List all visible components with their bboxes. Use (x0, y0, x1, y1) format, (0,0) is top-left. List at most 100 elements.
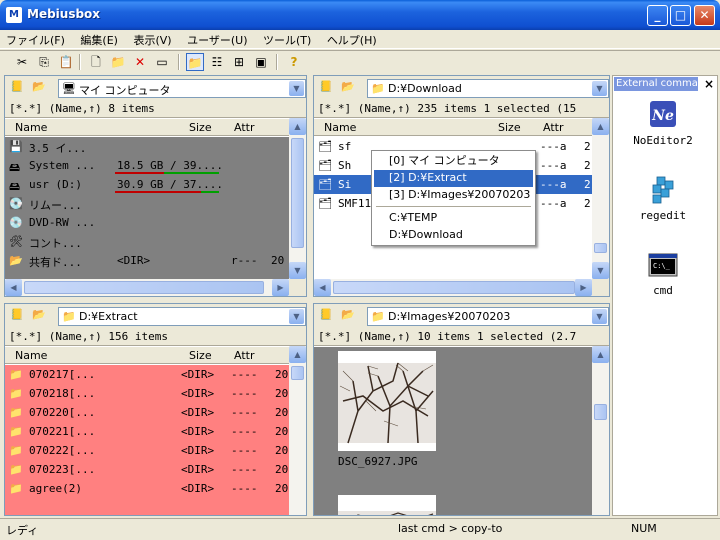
pane-top-left[interactable]: 📒 📂 🖥 マイ コンピュータ ▼ [*.*] (Name,↑) 8 items… (4, 75, 307, 297)
scroll-up-icon[interactable]: ▲ (592, 118, 609, 135)
col-name[interactable]: Name (324, 121, 356, 134)
scroll-left-icon[interactable]: ◀ (314, 279, 331, 296)
pane-bottom-right[interactable]: 📒 📂 📁 D:¥Images¥20070203 ▼ [*.*] (Name,↑… (313, 303, 610, 516)
col-attr[interactable]: Attr (234, 121, 254, 134)
menu-view[interactable]: 表示(V) (127, 30, 177, 48)
scroll-thumb[interactable] (291, 366, 304, 380)
menu-item-download[interactable]: D:¥Download (374, 227, 533, 244)
menu-file[interactable]: ファイル(F) (0, 30, 71, 48)
table-row[interactable]: 📁 070223[... <DIR> ---- 20 (5, 460, 289, 479)
pane-sync-icon[interactable]: 📒 (9, 308, 25, 322)
menu-item-history-0[interactable]: [0] マイ コンピュータ (374, 153, 533, 170)
scroll-thumb[interactable] (594, 243, 607, 253)
table-row[interactable]: 🖴 usr (D:) 30.9 GB / 37.... (5, 175, 289, 194)
table-row[interactable]: 📁 agree(2) <DIR> ---- 20 (5, 479, 289, 498)
up-folder-icon[interactable]: 📂 (31, 308, 47, 322)
scroll-up-icon[interactable]: ▲ (289, 346, 306, 363)
details-icon[interactable]: ☷ (208, 53, 226, 71)
chevron-down-icon[interactable]: ▼ (592, 81, 607, 96)
table-row[interactable]: 📁 070220[... <DIR> ---- 20 (5, 403, 289, 422)
scroll-right-icon[interactable]: ▶ (575, 279, 592, 296)
path-combo[interactable]: 📁 D:¥Extract ▼ (58, 307, 306, 326)
table-row[interactable]: 📁 070218[... <DIR> ---- 20 (5, 384, 289, 403)
view-icon[interactable]: 📁 (186, 53, 204, 71)
thumbnail-icon[interactable]: ⊞ (230, 53, 248, 71)
scrollbar-vertical[interactable]: ▲ (592, 346, 609, 515)
scroll-right-icon[interactable]: ▶ (272, 279, 289, 296)
col-name[interactable]: Name (15, 121, 47, 134)
paste-icon[interactable]: 📋 (57, 53, 75, 71)
scrollbar-vertical[interactable]: ▲ ▼ (289, 118, 306, 279)
menu-edit[interactable]: 編集(E) (74, 30, 124, 48)
file-list[interactable]: 📁 070217[... <DIR> ---- 20 📁 070218[... <DIR> --… (5, 365, 289, 515)
scroll-thumb[interactable] (594, 404, 607, 420)
maximize-button[interactable]: □ (670, 5, 691, 26)
pane-sync-icon[interactable]: 📒 (318, 308, 334, 322)
thumbnail-item[interactable]: DSC_6927.JPG (338, 351, 436, 468)
help-icon[interactable]: ? (285, 53, 303, 71)
scroll-thumb[interactable] (24, 281, 264, 294)
scroll-up-icon[interactable]: ▲ (592, 346, 609, 363)
new-folder-icon[interactable]: 📁 (109, 53, 127, 71)
file-list[interactable]: 💾 3.5 イ... 🖴 System ... 18.5 GB / 39.... 🖴 usr… (5, 137, 289, 279)
table-row[interactable]: 📂 共有ド... <DIR> r--- 20 (5, 251, 289, 270)
pane-bottom-left[interactable]: 📒 📂 📁 D:¥Extract ▼ [*.*] (Name,↑) 156 it… (4, 303, 307, 516)
up-folder-icon[interactable]: 📂 (31, 80, 47, 94)
delete-icon[interactable]: ✕ (131, 53, 149, 71)
col-attr[interactable]: Attr (234, 349, 254, 362)
cut-icon[interactable]: ✂ (13, 53, 31, 71)
path-combo[interactable]: 📁 D:¥Images¥20070203 ▼ (367, 307, 609, 326)
menu-help[interactable]: ヘルプ(H) (321, 30, 383, 48)
scroll-thumb[interactable] (291, 138, 304, 248)
minimize-button[interactable]: _ (647, 5, 668, 26)
table-row[interactable]: 🛠 コント... (5, 232, 289, 251)
scrollbar-horizontal[interactable]: ◀ ▶ (314, 279, 592, 296)
chevron-down-icon[interactable]: ▼ (592, 309, 607, 324)
thumbnail-view[interactable]: DSC_6927.JPG (314, 347, 592, 515)
table-row[interactable]: 💿 DVD-RW ... (5, 213, 289, 232)
table-row[interactable]: 💾 3.5 イ... (5, 137, 289, 156)
table-row[interactable]: 🖴 System ... 18.5 GB / 39.... (5, 156, 289, 175)
col-size[interactable]: Size (498, 121, 521, 134)
pane-sync-icon[interactable]: 📒 (9, 80, 25, 94)
col-attr[interactable]: Attr (543, 121, 563, 134)
col-size[interactable]: Size (189, 121, 212, 134)
menu-item-temp[interactable]: C:¥TEMP (374, 210, 533, 227)
thumbnail-item[interactable] (338, 495, 436, 515)
chevron-down-icon[interactable]: ▼ (289, 81, 304, 96)
copy-icon[interactable]: ⎘ (35, 53, 53, 71)
ext-item-regedit[interactable]: regedit (613, 173, 713, 222)
menu-item-history-3[interactable]: [3] D:¥Images¥20070203 (374, 187, 533, 204)
chevron-down-icon[interactable]: ▼ (289, 309, 304, 324)
scroll-up-icon[interactable]: ▲ (289, 118, 306, 135)
close-icon[interactable]: × (704, 77, 714, 91)
scroll-down-icon[interactable]: ▼ (592, 262, 609, 279)
menu-user[interactable]: ユーザー(U) (181, 30, 253, 48)
path-combo[interactable]: 📁 D:¥Download ▼ (367, 79, 609, 98)
scroll-left-icon[interactable]: ◀ (5, 279, 22, 296)
scroll-down-icon[interactable]: ▼ (289, 262, 306, 279)
table-row[interactable]: 💽 リムー... (5, 194, 289, 213)
up-folder-icon[interactable]: 📂 (340, 80, 356, 94)
close-button[interactable]: ✕ (694, 5, 715, 26)
ext-item-noeditor2[interactable]: Ne NoEditor2 (613, 98, 713, 147)
menu-tools[interactable]: ツール(T) (257, 30, 317, 48)
scrollbar-vertical[interactable]: ▲ (289, 346, 306, 515)
scroll-thumb[interactable] (333, 281, 575, 294)
pane-sync-icon[interactable]: 📒 (318, 80, 334, 94)
up-folder-icon[interactable]: 📂 (340, 308, 356, 322)
menu-item-history-2[interactable]: [2] D:¥Extract (374, 170, 533, 187)
image-icon[interactable]: ▣ (252, 53, 270, 71)
table-row[interactable]: 📁 070217[... <DIR> ---- 20 (5, 365, 289, 384)
col-size[interactable]: Size (189, 349, 212, 362)
scrollbar-horizontal[interactable]: ◀ ▶ (5, 279, 289, 296)
col-name[interactable]: Name (15, 349, 47, 362)
scrollbar-vertical[interactable]: ▲ ▼ (592, 118, 609, 279)
path-combo[interactable]: 🖥 マイ コンピュータ ▼ (58, 79, 306, 98)
rename-icon[interactable]: ▭ (153, 53, 171, 71)
table-row[interactable]: 📁 070221[... <DIR> ---- 20 (5, 422, 289, 441)
new-file-icon[interactable]: 🗋 (87, 53, 105, 71)
table-row[interactable]: 📁 070222[... <DIR> ---- 20 (5, 441, 289, 460)
noeditor-icon: Ne (650, 101, 676, 127)
ext-item-cmd[interactable]: C:\_ cmd (613, 248, 713, 297)
